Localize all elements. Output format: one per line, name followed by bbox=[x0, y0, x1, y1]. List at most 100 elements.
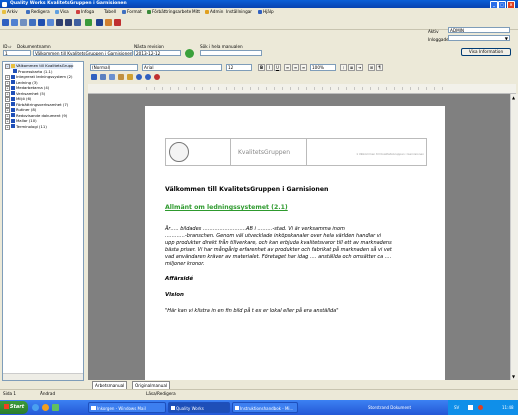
quicklaunch-ie-icon[interactable] bbox=[32, 404, 39, 411]
table-icon[interactable] bbox=[74, 19, 81, 26]
paragraph-line: vad användaren kräver av materialet. För… bbox=[165, 254, 392, 260]
inloggade-select[interactable]: ▼ bbox=[448, 35, 510, 41]
paste-icon[interactable] bbox=[118, 74, 124, 80]
document-heading: Välkommen till KvalitetsGruppen i Garnis… bbox=[165, 186, 329, 193]
vision-quote: "Här kan vi klistra in en fin bild på t … bbox=[165, 308, 339, 314]
menu-tabell[interactable]: Tabell bbox=[104, 8, 116, 16]
scroll-down-arrow[interactable]: ▼ bbox=[512, 374, 515, 379]
manual-tabs: Arbetsmanual Originalmanual bbox=[88, 381, 516, 390]
start-button[interactable]: Start bbox=[0, 401, 28, 414]
document-name-field[interactable]: Välkommen till KvalitetsGruppen i Garnis… bbox=[33, 50, 133, 56]
menu-arkiv[interactable]: Arkiv bbox=[2, 8, 18, 16]
print-icon[interactable] bbox=[20, 19, 27, 26]
binoculars-icon[interactable] bbox=[65, 19, 72, 26]
task-label: Instruktionshandbok - Mi... bbox=[240, 406, 294, 411]
pdf-icon[interactable] bbox=[114, 19, 121, 26]
save-icon[interactable] bbox=[91, 74, 97, 80]
menu-label: Visa bbox=[60, 9, 69, 14]
numbering-button[interactable]: ≣ bbox=[348, 64, 355, 71]
help-icon bbox=[258, 9, 262, 14]
zoom-select[interactable]: 100% bbox=[310, 64, 336, 71]
font-select[interactable]: Arial bbox=[142, 64, 222, 71]
tray-security-icon[interactable] bbox=[478, 405, 483, 410]
book-icon bbox=[11, 74, 15, 79]
copy-icon[interactable] bbox=[109, 74, 115, 80]
paragraph-line: År….. bildades ……………………..AB i ………-stad. … bbox=[165, 226, 345, 232]
stop-icon[interactable] bbox=[96, 19, 103, 26]
menu-redigera[interactable]: Redigera bbox=[26, 8, 50, 16]
copy-icon[interactable] bbox=[29, 19, 36, 26]
document-vscrollbar[interactable]: ▲ ▼ bbox=[510, 94, 518, 380]
tree-hscrollbar[interactable] bbox=[3, 373, 83, 380]
tray-language[interactable]: SV bbox=[454, 400, 459, 415]
status-bar: Sida 1 Ändrad Läsa/Redigera bbox=[0, 389, 518, 398]
document-icon[interactable] bbox=[38, 19, 45, 26]
menu-mitt[interactable]: Mitt bbox=[192, 8, 200, 16]
image-icon[interactable] bbox=[105, 19, 112, 26]
refresh-icon[interactable] bbox=[85, 19, 92, 26]
menu-visa[interactable]: Visa bbox=[55, 8, 69, 16]
task-windows-mail[interactable]: Inkorgen - Windows Mail bbox=[88, 402, 166, 413]
cut-icon[interactable] bbox=[100, 74, 106, 80]
document-page[interactable]: KvalitetsGruppen 1 Välkommen till Kvalit… bbox=[145, 106, 445, 380]
document-name-label: Dokumentnamn bbox=[17, 44, 51, 49]
menu-hjalp[interactable]: Hjälp bbox=[258, 8, 274, 16]
save-icon[interactable] bbox=[2, 19, 9, 26]
tree-label: Välkommen till KvalitetsGrupp bbox=[16, 63, 74, 68]
search-manual-label: Sök i hela manualen bbox=[200, 44, 243, 49]
book-icon bbox=[11, 113, 15, 117]
align-right-button[interactable]: ≡ bbox=[300, 64, 307, 71]
format-painter-icon[interactable] bbox=[127, 74, 133, 80]
go-icon[interactable] bbox=[185, 49, 194, 58]
aktiv-field[interactable]: ADMIN bbox=[448, 27, 510, 33]
redo-icon[interactable] bbox=[145, 74, 151, 80]
document-subheading: Allmänt om ledningssystemet (2.1) bbox=[165, 204, 288, 211]
ruler[interactable] bbox=[88, 84, 516, 94]
italic-button[interactable]: I bbox=[266, 64, 273, 71]
menu-label: Arkiv bbox=[7, 9, 18, 14]
menu-infoga[interactable]: Infoga bbox=[76, 8, 94, 16]
id-field[interactable]: 1 bbox=[3, 50, 31, 56]
size-select[interactable]: 12 bbox=[226, 64, 252, 71]
style-select[interactable]: (Normal) bbox=[90, 64, 138, 71]
tray-extra: Storstrand Dokument bbox=[368, 405, 412, 410]
table-insert-button[interactable]: ⊞ bbox=[368, 64, 375, 71]
spellcheck-icon[interactable] bbox=[154, 74, 160, 80]
task-instruktionshandbok[interactable]: Instruktionshandbok - Mi... bbox=[232, 402, 298, 413]
menu-admin[interactable]: Admin bbox=[205, 8, 223, 16]
underline-button[interactable]: U bbox=[274, 64, 281, 71]
status-mode: Läsa/Redigera bbox=[146, 391, 176, 396]
menu-label: Hjälp bbox=[263, 9, 274, 14]
tree-item-terminologi[interactable]: + Terminologi (11) bbox=[5, 124, 47, 130]
collapse-icon[interactable]: - bbox=[5, 64, 10, 69]
task-quality-works[interactable]: Quality Works bbox=[168, 402, 230, 413]
improvement-icon bbox=[147, 9, 151, 14]
search-manual-input[interactable] bbox=[200, 50, 262, 56]
menu-installningar[interactable]: Inställningar bbox=[226, 8, 252, 16]
menu-format[interactable]: Format bbox=[122, 8, 142, 16]
next-revision-field[interactable]: 2013-12-12 bbox=[134, 50, 181, 56]
bullets-button[interactable]: ⁝ bbox=[340, 64, 347, 71]
align-center-button[interactable]: ≡ bbox=[292, 64, 299, 71]
align-left-button[interactable]: ≡ bbox=[284, 64, 291, 71]
indent-button[interactable]: ⇥ bbox=[356, 64, 363, 71]
pilcrow-button[interactable]: ¶ bbox=[376, 64, 383, 71]
next-revision-label: Nästa revision bbox=[134, 44, 164, 49]
show-information-button[interactable]: Visa Information bbox=[461, 48, 511, 56]
menu-forbattringsarbete[interactable]: Förbättringsarbete bbox=[147, 8, 191, 16]
quicklaunch-media-icon[interactable] bbox=[42, 404, 49, 411]
expand-icon[interactable]: + bbox=[5, 124, 10, 130]
header-divider bbox=[230, 139, 231, 165]
find-icon[interactable] bbox=[56, 19, 63, 26]
tree-label: Mallar (10) bbox=[16, 118, 37, 123]
bold-button[interactable]: B bbox=[258, 64, 265, 71]
section-affarside: Affärsidé bbox=[165, 276, 194, 282]
paste-icon[interactable] bbox=[47, 19, 54, 26]
scroll-up-arrow[interactable]: ▲ bbox=[512, 95, 515, 100]
undo-icon[interactable] bbox=[136, 74, 142, 80]
title-bar: Quality Works KvalitetsGruppen i Garnisi… bbox=[0, 0, 518, 9]
tree-label: Processkarta (1.1) bbox=[18, 68, 53, 74]
tray-network-icon[interactable] bbox=[468, 405, 473, 410]
grid-icon[interactable] bbox=[11, 19, 18, 26]
quicklaunch-desktop-icon[interactable] bbox=[52, 404, 59, 411]
